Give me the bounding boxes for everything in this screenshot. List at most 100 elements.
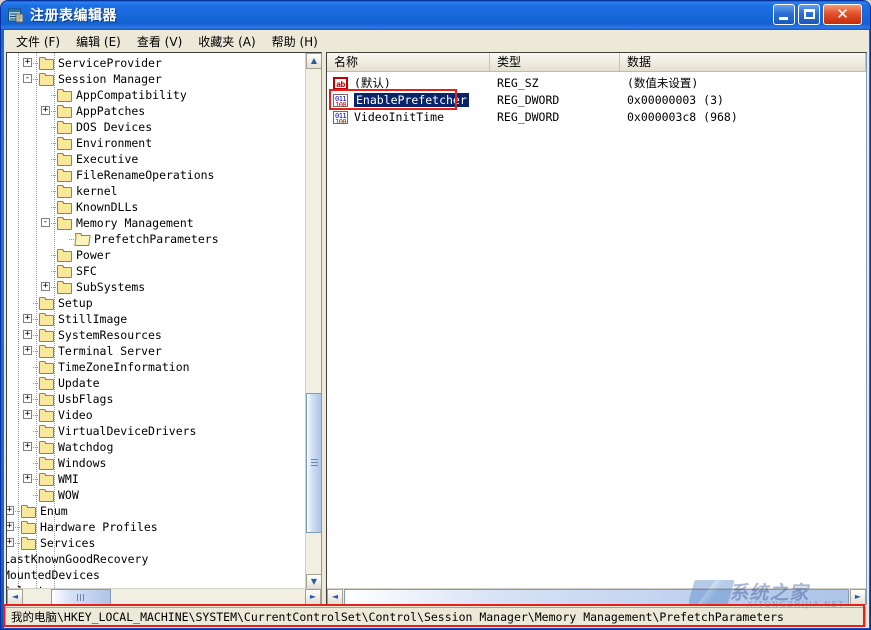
menu-view[interactable]: 查看 (V) xyxy=(130,30,191,53)
folder-body xyxy=(74,235,91,246)
expand-node-icon[interactable]: + xyxy=(41,282,50,291)
value-row[interactable]: 011100VideoInitTimeREG_DWORD0x000003c8 (… xyxy=(327,109,866,126)
list-horizontal-scroll-thumb[interactable] xyxy=(344,589,849,605)
list-scroll-left-button[interactable]: ◄ xyxy=(327,589,343,605)
expand-node-icon[interactable]: + xyxy=(23,330,32,339)
folder-closed-icon xyxy=(21,521,37,534)
minimize-button[interactable] xyxy=(773,4,795,25)
expand-node-icon[interactable]: + xyxy=(23,314,32,323)
scroll-thumb-grip xyxy=(77,594,86,601)
tree-node-subsystems[interactable]: +SubSystems xyxy=(7,279,306,295)
folder-body xyxy=(57,187,72,198)
value-name: VideoInitTime xyxy=(354,109,444,126)
tree-node-knowndlls[interactable]: KnownDLLs xyxy=(7,199,306,215)
folder-tab xyxy=(57,153,64,156)
tree-node-setup[interactable]: Setup xyxy=(7,295,306,311)
expand-node-icon[interactable]: + xyxy=(7,522,14,531)
tree-node-mounteddevices[interactable]: MountedDevices xyxy=(7,567,306,583)
expand-node-icon[interactable]: + xyxy=(23,474,32,483)
folder-tab xyxy=(39,457,46,460)
tree-node-wow[interactable]: WOW xyxy=(7,487,306,503)
value-type: REG_DWORD xyxy=(497,109,559,126)
value-row[interactable]: ab(默认)REG_SZ(数值未设置) xyxy=(327,75,866,92)
expand-node-icon[interactable]: + xyxy=(23,346,32,355)
folder-body xyxy=(39,475,54,486)
tree-node-session-manager[interactable]: -Session Manager xyxy=(7,71,306,87)
dword-value-icon: 011100 xyxy=(333,111,348,124)
tree-node-sfc[interactable]: SFC xyxy=(7,263,306,279)
tree-scroll-left-button[interactable]: ◄ xyxy=(7,589,23,605)
tree-node-lastknowngoodrecovery[interactable]: LastKnownGoodRecovery xyxy=(7,551,306,567)
tree-node-apppatches[interactable]: +AppPatches xyxy=(7,103,306,119)
registry-tree[interactable]: +ServiceProvider-Session ManagerAppCompa… xyxy=(7,53,306,590)
tree-node-watchdog[interactable]: +Watchdog xyxy=(7,439,306,455)
maximize-icon xyxy=(804,9,815,19)
expand-node-icon[interactable]: + xyxy=(23,394,32,403)
column-type[interactable]: 类型 xyxy=(490,53,620,71)
tree-node-terminal-server[interactable]: +Terminal Server xyxy=(7,343,306,359)
folder-closed-icon xyxy=(39,329,55,342)
tree-node-enum[interactable]: +Enum xyxy=(7,503,306,519)
menu-help[interactable]: 帮助 (H) xyxy=(265,30,327,53)
tree-scroll-up-button[interactable]: ▲ xyxy=(306,53,322,69)
tree-node-usbflags[interactable]: +UsbFlags xyxy=(7,391,306,407)
tree-node-timezoneinformation[interactable]: TimeZoneInformation xyxy=(7,359,306,375)
folder-closed-icon xyxy=(39,393,55,406)
tree-node-systemresources[interactable]: +SystemResources xyxy=(7,327,306,343)
tree-node-label: StillImage xyxy=(58,311,127,327)
menu-favorites[interactable]: 收藏夹 (A) xyxy=(191,30,264,53)
column-data[interactable]: 数据 xyxy=(620,53,866,71)
tree-horizontal-scroll-thumb[interactable] xyxy=(51,589,111,605)
column-name[interactable]: 名称 xyxy=(327,53,490,71)
tree-node-video[interactable]: +Video xyxy=(7,407,306,423)
folder-tab xyxy=(57,281,64,284)
expand-node-icon[interactable]: + xyxy=(23,410,32,419)
tree-horizontal-scrollbar[interactable]: ◄ ► xyxy=(7,588,321,604)
registry-tree-pane[interactable]: +ServiceProvider-Session ManagerAppCompa… xyxy=(6,52,322,605)
tree-node-memory-management[interactable]: -Memory Management xyxy=(7,215,306,231)
close-button[interactable]: ✕ xyxy=(823,4,862,25)
value-row[interactable]: 011100EnablePrefetcherREG_DWORD0x0000000… xyxy=(327,92,866,109)
folder-tab xyxy=(39,345,46,348)
expand-node-icon[interactable]: + xyxy=(7,506,14,515)
tree-node-label: kernel xyxy=(76,183,118,199)
menu-edit[interactable]: 编辑 (E) xyxy=(69,30,130,53)
collapse-node-icon[interactable]: - xyxy=(23,74,32,83)
expand-node-icon[interactable]: + xyxy=(7,538,14,547)
tree-node-power[interactable]: Power xyxy=(7,247,306,263)
tree-node-executive[interactable]: Executive xyxy=(7,151,306,167)
folder-closed-icon xyxy=(57,249,73,262)
menu-file[interactable]: 文件 (F) xyxy=(9,30,69,53)
maximize-button[interactable] xyxy=(798,4,820,25)
tree-node-stillimage[interactable]: + StillImage xyxy=(7,311,306,327)
folder-body xyxy=(39,299,54,310)
collapse-node-icon[interactable]: - xyxy=(41,218,50,227)
tree-node-wmi[interactable]: +WMI xyxy=(7,471,306,487)
expand-node-icon[interactable]: + xyxy=(23,442,32,451)
tree-scroll-right-button[interactable]: ► xyxy=(305,589,321,605)
list-horizontal-scrollbar[interactable]: ◄ ► xyxy=(327,588,866,604)
tree-vertical-scroll-thumb[interactable] xyxy=(306,393,322,533)
tree-vertical-scrollbar[interactable]: ▲ ▼ xyxy=(305,53,321,590)
tree-node-label: LastKnownGoodRecovery xyxy=(7,551,148,567)
tree-node-dos-devices[interactable]: DOS Devices xyxy=(7,119,306,135)
tree-node-windows[interactable]: Windows xyxy=(7,455,306,471)
registry-path-text: 我的电脑\HKEY_LOCAL_MACHINE\SYSTEM\CurrentCo… xyxy=(11,609,784,626)
tree-node-prefetchparameters[interactable]: PrefetchParameters xyxy=(7,231,306,247)
tree-node-environment[interactable]: Environment xyxy=(7,135,306,151)
list-scroll-right-button[interactable]: ► xyxy=(850,589,866,605)
tree-node-hardware-profiles[interactable]: +Hardware Profiles xyxy=(7,519,306,535)
registry-values-pane[interactable]: 名称类型数据 ab(默认)REG_SZ(数值未设置)011100EnablePr… xyxy=(326,52,867,605)
folder-tab xyxy=(39,393,46,396)
folder-tab xyxy=(75,233,82,236)
tree-node-kernel[interactable]: kernel xyxy=(7,183,306,199)
tree-node-virtualdevicedrivers[interactable]: VirtualDeviceDrivers xyxy=(7,423,306,439)
expand-node-icon[interactable]: + xyxy=(23,58,32,67)
tree-node-serviceprovider[interactable]: +ServiceProvider xyxy=(7,55,306,71)
tree-node-appcompatibility[interactable]: AppCompatibility xyxy=(7,87,306,103)
tree-node-update[interactable]: Update xyxy=(7,375,306,391)
tree-node-services[interactable]: +Services xyxy=(7,535,306,551)
expand-node-icon[interactable]: + xyxy=(41,106,50,115)
tree-node-filerenameoperations[interactable]: FileRenameOperations xyxy=(7,167,306,183)
folder-closed-icon xyxy=(57,201,73,214)
